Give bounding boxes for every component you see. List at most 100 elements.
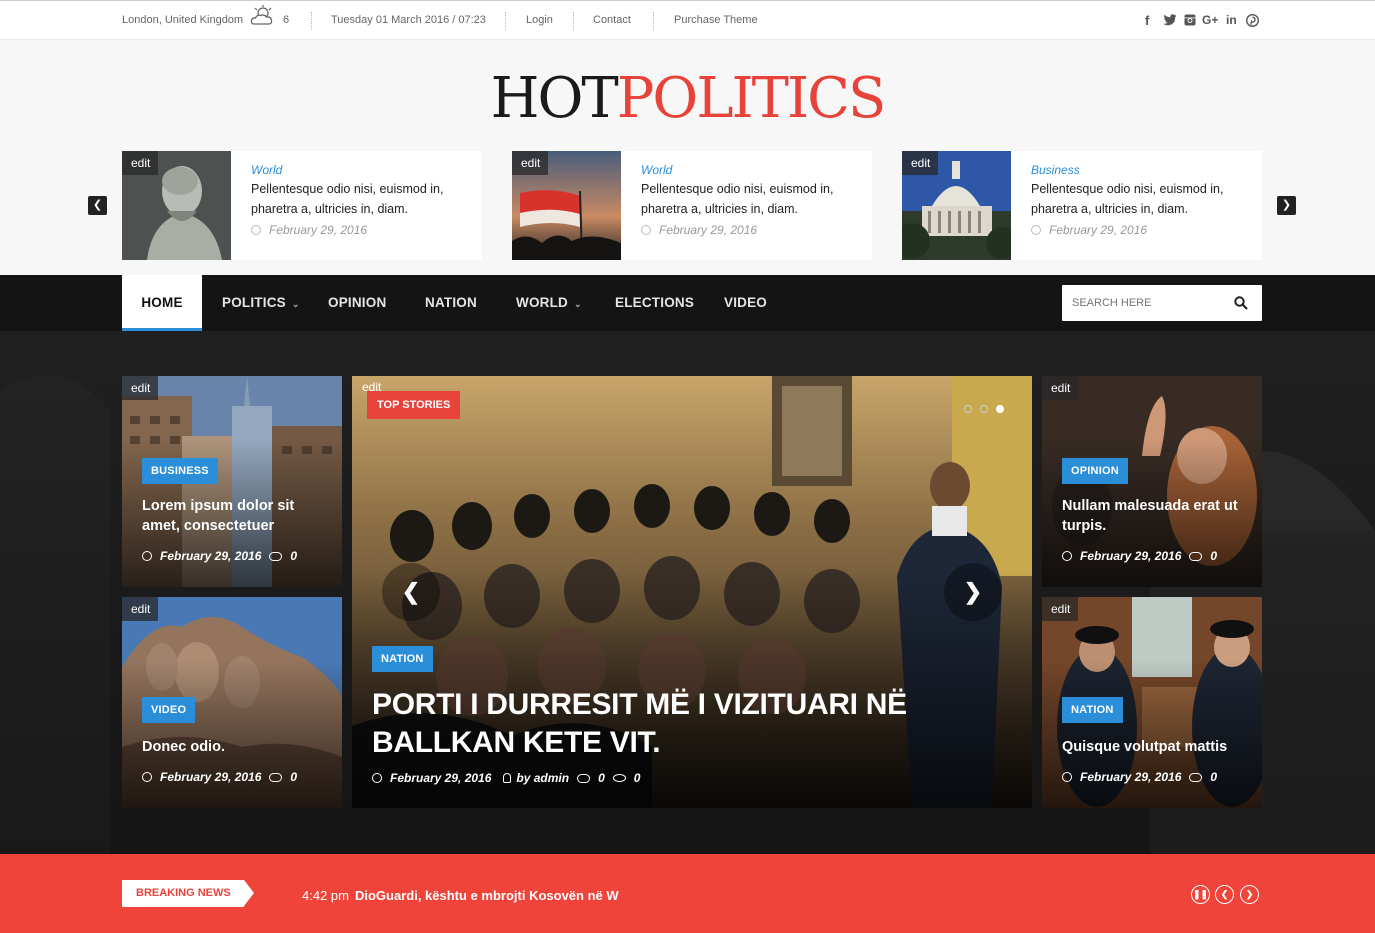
comment-count: 0 (290, 770, 298, 784)
nav-world[interactable]: WORLD ⌄ (516, 275, 582, 331)
instagram-icon[interactable] (1184, 14, 1196, 26)
twitter-icon[interactable] (1163, 14, 1177, 26)
search-input[interactable] (1072, 285, 1232, 321)
story-card[interactable]: edit OPINION Nullam malesuada erat ut tu… (1042, 376, 1262, 587)
featured-title[interactable]: Pellentesque odio nisi, euismod in, phar… (251, 179, 471, 219)
breaking-news-ticker[interactable]: 4:42 pm DioGuardi, kështu e mbrojti Kosov… (302, 888, 619, 903)
story-card[interactable]: edit NATION Quisque volutpat mattis Febr… (1042, 597, 1262, 808)
logo-part-politics: POLITICS (616, 66, 887, 131)
comment-count: 0 (598, 771, 605, 785)
clock-icon (142, 551, 152, 561)
edit-link[interactable]: edit (122, 376, 159, 400)
chevron-down-icon: ⌄ (291, 299, 300, 309)
category-badge[interactable]: OPINION (1062, 458, 1128, 484)
comment-count: 0 (290, 549, 298, 563)
featured-next-button[interactable]: ❯ (1277, 196, 1296, 215)
comment-icon (1189, 552, 1203, 561)
breaking-news-bar: BREAKING NEWS 4:42 pm DioGuardi, kështu e… (0, 854, 1375, 933)
pinterest-icon[interactable] (1246, 14, 1259, 27)
ticker-headline[interactable]: DioGuardi, kështu e mbrojti Kosovën në W (355, 888, 619, 903)
featured-post[interactable]: edit World Pellentesque odio nisi, euism… (122, 151, 482, 260)
story-card[interactable]: edit BUSINESS Lorem ipsum dolor sit amet… (122, 376, 342, 587)
comment-icon (269, 552, 283, 561)
comment-icon (269, 773, 283, 782)
comment-count: 0 (1210, 549, 1218, 563)
main-story-title[interactable]: PORTI I DURRESIT MË I VIZITUARI NË BALLK… (372, 686, 972, 762)
comment-count: 0 (1210, 770, 1218, 784)
purchase-theme-link[interactable]: Purchase Theme (674, 14, 758, 26)
ticker-time: 4:42 pm (302, 888, 349, 903)
nav-elections[interactable]: ELECTIONS (615, 275, 694, 331)
facebook-icon[interactable]: f (1145, 13, 1149, 28)
location-text: London, United Kingdom (122, 14, 244, 26)
category-badge[interactable]: BUSINESS (142, 458, 218, 484)
author-link[interactable]: by admin (516, 771, 569, 785)
divider (505, 12, 506, 30)
edit-link[interactable]: edit (902, 151, 939, 175)
story-title[interactable]: Quisque volutpat mattis (1062, 737, 1247, 757)
story-meta: February 29, 2016 0 (1062, 549, 1217, 563)
featured-post[interactable]: edit World Pellentesque odio nisi, euism… (512, 151, 872, 260)
breaking-news-label: BREAKING NEWS (122, 880, 254, 907)
featured-date: February 29, 2016 (1031, 223, 1251, 237)
nav-nation[interactable]: NATION (425, 275, 477, 331)
category-badge[interactable]: NATION (1062, 697, 1123, 723)
category-badge[interactable]: VIDEO (142, 697, 196, 723)
date-text: February 29, 2016 (1080, 770, 1182, 784)
edit-link[interactable]: edit (512, 151, 549, 175)
clock-icon (142, 772, 152, 782)
chevron-down-icon: ⌄ (574, 299, 582, 309)
search-box (1062, 285, 1262, 321)
edit-link[interactable]: edit (1042, 597, 1079, 621)
nav-politics[interactable]: POLITICS ⌄ (222, 275, 300, 331)
view-count: 0 (633, 771, 641, 785)
slider-dot-active[interactable] (996, 405, 1004, 413)
top-stories-label[interactable]: TOP STORIES (367, 391, 461, 419)
featured-category[interactable]: World (251, 163, 471, 177)
slider-next-button[interactable]: ❯ (944, 563, 1002, 621)
featured-category[interactable]: Business (1031, 163, 1251, 177)
linkedin-icon[interactable]: in (1226, 13, 1237, 27)
featured-title[interactable]: Pellentesque odio nisi, euismod in, phar… (1031, 179, 1251, 219)
featured-post[interactable]: edit Business Pellentesque odio nisi, eu… (902, 151, 1262, 260)
divider (311, 12, 312, 30)
divider (653, 12, 654, 30)
google-plus-icon[interactable]: G+ (1202, 13, 1218, 27)
contact-link[interactable]: Contact (593, 14, 631, 26)
featured-prev-button[interactable]: ❮ (88, 196, 107, 215)
user-icon (503, 773, 512, 783)
edit-link[interactable]: edit (1042, 376, 1079, 400)
temperature-text: 6 (283, 14, 290, 26)
featured-date: February 29, 2016 (251, 223, 471, 237)
slider-prev-button[interactable]: ❮ (382, 563, 440, 621)
slider-dot[interactable] (980, 405, 988, 413)
slider-dot[interactable] (964, 405, 972, 413)
clock-icon (251, 225, 261, 235)
date-text: February 29, 2016 (269, 223, 368, 237)
login-link[interactable]: Login (526, 14, 553, 26)
nav-video[interactable]: VIDEO (724, 275, 767, 331)
clock-icon (1031, 225, 1041, 235)
edit-link[interactable]: edit (122, 151, 159, 175)
pause-icon[interactable]: ❚❚ (1191, 885, 1210, 904)
nav-opinion[interactable]: OPINION (328, 275, 386, 331)
search-icon[interactable] (1234, 296, 1248, 310)
story-card[interactable]: edit VIDEO Donec odio. February 29, 2016… (122, 597, 342, 808)
date-text: February 29, 2016 (160, 770, 262, 784)
nav-home[interactable]: HOME (122, 275, 202, 331)
chevron-right-icon[interactable]: ❯ (1240, 885, 1259, 904)
eye-icon (612, 774, 626, 782)
featured-category[interactable]: World (641, 163, 861, 177)
edit-link[interactable]: edit (122, 597, 159, 621)
story-title[interactable]: Nullam malesuada erat ut turpis. (1062, 496, 1247, 536)
chevron-left-icon[interactable]: ❮ (1215, 885, 1234, 904)
featured-title[interactable]: Pellentesque odio nisi, euismod in, phar… (641, 179, 861, 219)
site-logo[interactable]: HOTPOLITICS (0, 66, 1375, 131)
story-title[interactable]: Lorem ipsum dolor sit amet, consectetuer (142, 496, 327, 536)
main-story-slider[interactable]: edit TOP STORIES ❮ ❯ NATION PORTI I DURR… (352, 376, 1032, 808)
slider-dots (956, 400, 1004, 418)
story-title[interactable]: Donec odio. (142, 737, 327, 757)
category-badge[interactable]: NATION (372, 646, 433, 672)
story-meta: February 29, 2016 0 (1062, 770, 1217, 784)
date-text: February 29, 2016 (659, 223, 758, 237)
